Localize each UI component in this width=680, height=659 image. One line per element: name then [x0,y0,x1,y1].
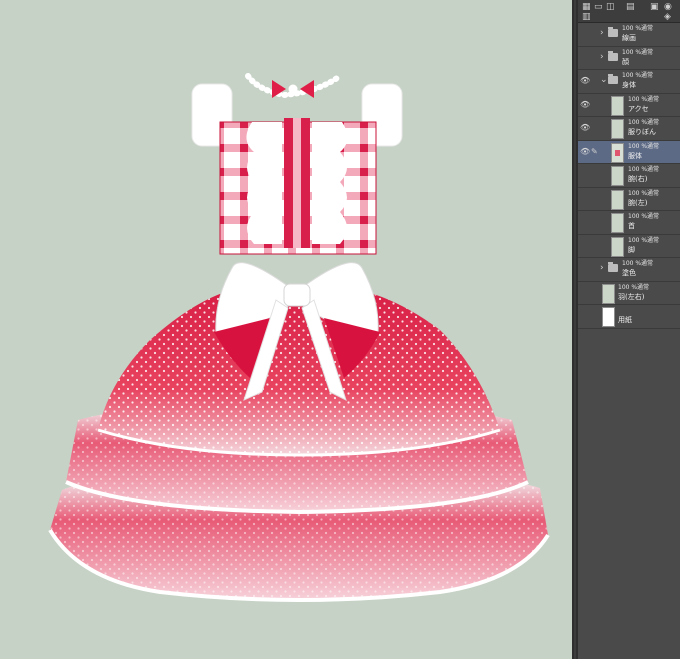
merge-icon[interactable]: ◈ [664,12,671,22]
dress-illustration [48,73,550,602]
folder-icon [608,262,618,272]
eye-icon[interactable]: 👁 [580,100,590,110]
paper-thumbnail [602,307,615,327]
layer-blend-mode: 100 %通常 [628,166,660,173]
eye-icon[interactable]: 👁 [580,76,590,86]
layer-name: 腕(左) [628,198,648,207]
pen-icon: ✎ [591,146,598,156]
chevron-down-icon[interactable]: ⌄ [600,75,608,85]
eye-icon[interactable]: 👁 [580,123,590,133]
layer-mode-icon[interactable]: ▥ [582,12,591,22]
layer-row-folder[interactable]: 👁 ⌄ 100 %通常 身体 [578,70,680,94]
layer-blend-mode: 100 %通常 [628,236,660,244]
chevron-right-icon[interactable]: › [600,52,604,62]
layer-row[interactable]: 100 %通常 首 [578,211,680,235]
lock-icon[interactable]: ▣ [650,2,659,12]
layer-name: 顔 [622,57,629,66]
layer-thumbnail [602,283,615,304]
layer-blend-mode: 100 %通常 [628,95,660,103]
layer-thumbnail [611,189,624,210]
layer-row[interactable]: 👁 100 %通常 アクセ [578,93,680,117]
layer-name: 身体 [622,81,636,89]
new-layer-icon[interactable]: ▦ [582,2,591,12]
folder-icon [608,27,618,37]
clip-icon[interactable]: ◫ [606,2,615,12]
layer-name: 服りぼん [628,128,656,136]
layer-thumbnail [611,95,624,116]
layer-row[interactable]: 100 %通常 腕(左) [578,187,680,211]
layer-row-active[interactable]: 👁 ✎ 100 %通常 服体 [578,140,680,164]
eye-icon[interactable]: 👁 [580,147,590,157]
layer-name: 羽(左右) [618,292,645,301]
layer-name: 脚 [628,245,635,254]
layer-name: 塗色 [622,269,636,277]
layer-blend-mode: 100 %通常 [628,142,660,150]
layer-row-folder[interactable]: › 100 %通常 線画 [578,23,680,47]
layer-name: 線画 [622,34,636,42]
layer-row[interactable]: 100 %通常 腕(右) [578,164,680,188]
chevron-right-icon[interactable]: › [600,263,604,273]
layer-blend-mode: 100 %通常 [622,48,654,56]
layer-blend-mode: 100 %通常 [628,119,660,126]
layer-thumbnail [611,166,624,186]
folder-icon [608,74,618,84]
layer-name: アクセ [628,104,649,113]
layer-name: 用紙 [618,316,632,324]
layer-row-folder[interactable]: › 100 %通常 塗色 [578,258,680,282]
layer-blend-mode: 100 %通常 [618,283,650,291]
layer-blend-mode: 100 %通常 [622,25,654,32]
layer-list: › 100 %通常 線画 › 100 %通常 顔 👁 ⌄ 100 %通常 身体 … [578,23,680,329]
layer-thumbnail [611,236,624,257]
chevron-right-icon[interactable]: › [600,28,604,38]
skirt-main [97,290,501,457]
layer-blend-mode: 100 %通常 [622,72,654,79]
layer-row[interactable]: 100 %通常 羽(左右) [578,281,680,305]
layer-row-paper[interactable]: 用紙 [578,305,680,329]
layer-row[interactable]: 👁 100 %通常 服りぼん [578,117,680,141]
trash-icon[interactable]: ▤ [626,2,635,12]
layer-thumbnail [611,213,624,233]
layer-row[interactable]: 100 %通常 脚 [578,234,680,258]
layer-blend-mode: 100 %通常 [622,260,654,267]
layer-name: 腕(右) [628,175,648,183]
layer-name: 服体 [628,151,642,160]
canvas-area[interactable] [0,0,572,659]
layer-blend-mode: 100 %通常 [628,189,660,197]
layer-thumbnail [611,142,624,163]
folder-icon [608,50,618,61]
bodice [219,118,377,255]
settings-icon[interactable]: ◉ [664,2,672,12]
necklace [245,73,343,99]
folder-icon[interactable]: ▭ [594,2,603,12]
layer-panel: ▦ ▭ ◫ ▤ ▣ ◉ ▥ ◈ › 100 %通常 線画 › 100 %通常 顔… [578,0,680,659]
layer-blend-mode: 100 %通常 [628,213,660,220]
layer-row-folder[interactable]: › 100 %通常 顔 [578,46,680,70]
layer-name: 首 [628,222,635,230]
layer-panel-toolbar: ▦ ▭ ◫ ▤ ▣ ◉ ▥ ◈ [578,0,680,23]
layer-thumbnail [611,119,624,139]
